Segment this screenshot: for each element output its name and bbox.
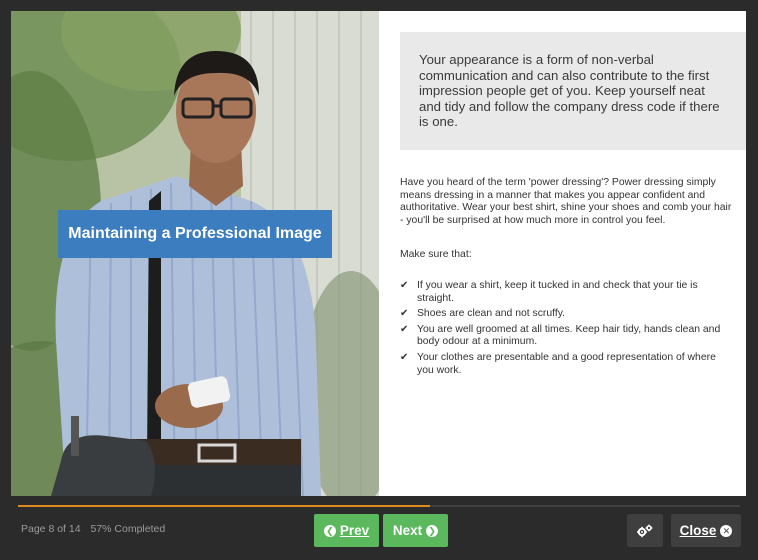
slide-title-banner: Maintaining a Professional Image [58,210,332,258]
check-icon: ✔ [400,308,409,320]
close-icon: ✕ [720,524,733,537]
checklist-item: ✔ If you wear a shirt, keep it tucked in … [400,279,698,304]
checklist-item: ✔ You are well groomed at all times. Keep… [400,323,721,348]
chevron-left-icon: ❮ [323,524,336,537]
next-label: Next [392,523,423,538]
player-footer: Page 8 of 14 57% Completed ❮ Prev Next ❯… [0,496,758,560]
progress-label: 57% Completed [90,523,166,535]
professional-man-photo: Maintaining a Professional Image [11,11,379,496]
slide-content: Maintaining a Professional Image Your ap… [11,11,746,496]
close-button[interactable]: Close ✕ [671,514,741,547]
check-icon: ✔ [400,351,409,363]
prev-label: Prev [339,523,370,538]
checklist-item: ✔ Shoes are clean and not scruffy. [400,308,566,320]
make-sure-label: Make sure that: [400,249,472,261]
callout-box: Your appearance is a form of non-verbal … [400,32,746,150]
intro-paragraph: Have you heard of the term 'power dressi… [400,177,732,226]
progress-fill [18,505,430,507]
settings-button[interactable] [627,514,663,547]
prev-button[interactable]: ❮ Prev [314,514,379,547]
close-label: Close [679,523,717,538]
progress-bar [18,505,740,507]
check-icon: ✔ [400,279,409,291]
checklist: ✔ If you wear a shirt, keep it tucked in … [400,280,734,377]
gears-icon [637,524,653,537]
page-counter: Page 8 of 14 [21,523,81,535]
chevron-right-icon: ❯ [426,524,439,537]
body-text: Have you heard of the term 'power dressi… [400,177,734,380]
page-info: Page 8 of 14 57% Completed [21,523,165,535]
check-icon: ✔ [400,323,409,335]
next-button[interactable]: Next ❯ [383,514,448,547]
checklist-item: ✔ Your clothes are presentable and a good… [400,351,716,376]
